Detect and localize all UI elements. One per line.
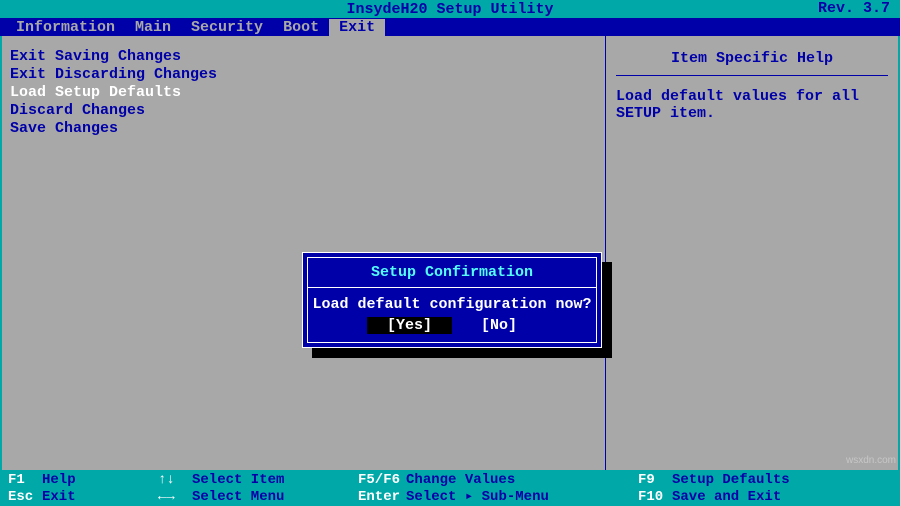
main-area: Exit Saving Changes Exit Discarding Chan…	[0, 36, 900, 470]
hint-setup-defaults: F9 Setup Defaults	[638, 472, 892, 488]
tab-main[interactable]: Main	[125, 19, 181, 36]
dialog-separator	[308, 287, 596, 288]
confirmation-dialog: Setup Confirmation Load default configur…	[302, 252, 602, 348]
menu-load-defaults[interactable]: Load Setup Defaults	[10, 84, 597, 102]
tab-information[interactable]: Information	[6, 19, 125, 36]
label-select-menu: Select Menu	[192, 489, 284, 505]
key-esc: Esc	[8, 489, 36, 505]
help-pane: Item Specific Help Load default values f…	[606, 36, 898, 470]
label-exit: Exit	[42, 489, 76, 505]
app-title: InsydeH20 Setup Utility	[346, 1, 553, 18]
tab-exit[interactable]: Exit	[329, 19, 385, 36]
hint-exit: Esc Exit	[8, 489, 158, 505]
footer-bar: F1Help ↑↓Select Item F5/F6Change Values …	[0, 470, 900, 506]
title-bar: InsydeH20 Setup Utility Rev. 3.7	[0, 0, 900, 18]
tab-security[interactable]: Security	[181, 19, 273, 36]
help-separator	[616, 75, 888, 76]
key-f10: F10	[638, 489, 666, 505]
key-f9: F9	[638, 472, 666, 488]
hint-save-exit: F10 Save and Exit	[638, 489, 892, 505]
tab-boot[interactable]: Boot	[273, 19, 329, 36]
dialog-message: Load default configuration now?	[308, 296, 596, 317]
hint-select-item: ↑↓ Select Item	[158, 472, 358, 488]
label-change-values: Change Values	[406, 472, 515, 488]
label-select-item: Select Item	[192, 472, 284, 488]
hint-select-submenu: Enter Select ▸ Sub-Menu	[358, 488, 638, 505]
help-body: Load default values for all SETUP item.	[616, 88, 888, 122]
menu-bar: Information Main Security Boot Exit	[0, 18, 900, 36]
label-setup-defaults: Setup Defaults	[672, 472, 790, 488]
menu-exit-saving[interactable]: Exit Saving Changes	[10, 48, 597, 66]
help-title: Item Specific Help	[616, 46, 888, 75]
hint-select-menu: ←→ Select Menu	[158, 489, 358, 505]
key-f5f6: F5/F6	[358, 472, 400, 488]
revision-label: Rev. 3.7	[818, 0, 890, 17]
dialog-no-button[interactable]: [No]	[461, 317, 537, 334]
dialog-buttons: [Yes] [No]	[308, 317, 596, 334]
hint-help: F1 Help	[8, 472, 158, 488]
key-f1: F1	[8, 472, 36, 488]
menu-save-changes[interactable]: Save Changes	[10, 120, 597, 138]
label-help: Help	[42, 472, 76, 488]
dialog-inner: Setup Confirmation Load default configur…	[307, 257, 597, 343]
key-enter: Enter	[358, 489, 400, 505]
watermark-credit: wsxdn.com	[846, 455, 896, 466]
dialog-title: Setup Confirmation	[308, 260, 596, 287]
dialog-yes-button[interactable]: [Yes]	[367, 317, 452, 334]
label-select-submenu: Select ▸ Sub-Menu	[406, 488, 549, 505]
bios-screen: InsydeH20 Setup Utility Rev. 3.7 Informa…	[0, 0, 900, 506]
menu-discard-changes[interactable]: Discard Changes	[10, 102, 597, 120]
label-save-exit: Save and Exit	[672, 489, 781, 505]
key-updown: ↑↓	[158, 472, 186, 488]
key-leftright: ←→	[158, 489, 186, 505]
menu-exit-discarding[interactable]: Exit Discarding Changes	[10, 66, 597, 84]
hint-change-values: F5/F6 Change Values	[358, 472, 638, 488]
